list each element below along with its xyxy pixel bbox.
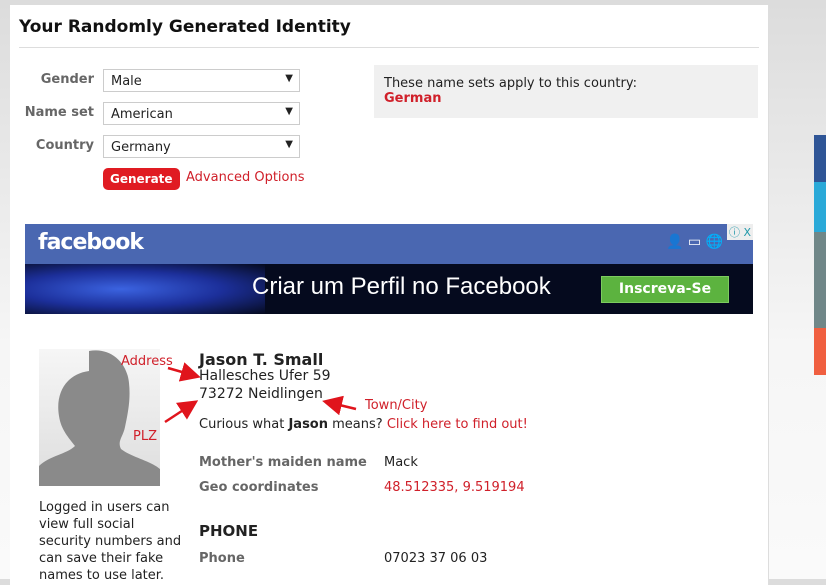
identity-name: Jason T. Small xyxy=(199,350,324,369)
curious-text-2: means? xyxy=(328,417,387,432)
first-name: Jason xyxy=(288,417,328,432)
share-button[interactable] xyxy=(814,232,826,328)
phone-value: 07023 37 06 03 xyxy=(384,551,488,566)
plz-annotation: PLZ xyxy=(133,429,157,444)
address-arrow xyxy=(167,362,201,382)
geo-coordinates-link[interactable]: 48.512335, 9.519194 xyxy=(384,480,525,495)
phone-heading: PHONE xyxy=(199,522,259,540)
name-meaning-link[interactable]: Click here to find out! xyxy=(387,417,528,432)
maiden-name-label: Mother's maiden name xyxy=(199,455,367,470)
plz-arrow xyxy=(164,400,199,424)
phone-label: Phone xyxy=(199,551,245,566)
geo-label: Geo coordinates xyxy=(199,480,319,495)
login-note: Logged in users can view full social sec… xyxy=(39,500,182,583)
street-address: Hallesches Ufer 59 xyxy=(199,368,331,384)
more-share-button[interactable] xyxy=(814,328,826,375)
address-annotation: Address xyxy=(121,354,173,369)
city-arrow xyxy=(322,395,357,416)
facebook-share-button[interactable] xyxy=(814,135,826,182)
postal-city: 73272 Neidlingen xyxy=(199,386,323,402)
city-annotation: Town/City xyxy=(365,398,428,413)
twitter-share-button[interactable] xyxy=(814,182,826,232)
curious-line: Curious what Jason means? Click here to … xyxy=(199,417,528,432)
curious-text: Curious what xyxy=(199,417,289,432)
maiden-name-value: Mack xyxy=(384,455,418,470)
